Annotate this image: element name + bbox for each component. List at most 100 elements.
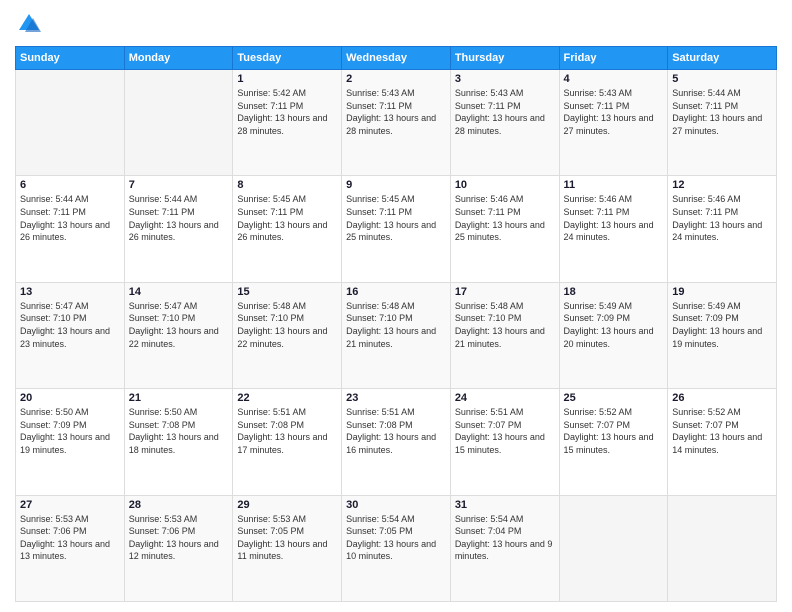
column-header-wednesday: Wednesday [342,47,451,70]
day-cell: 31 Sunrise: 5:54 AMSunset: 7:04 PMDayligh… [450,495,559,601]
day-cell: 5 Sunrise: 5:44 AMSunset: 7:11 PMDaylight… [668,70,777,176]
day-cell: 6Sunrise: 5:44 AMSunset: 7:11 PMDaylight… [16,176,125,282]
day-number: 13 [20,286,120,298]
day-cell: 8 Sunrise: 5:45 AMSunset: 7:11 PMDaylight… [233,176,342,282]
day-number: 30 [346,499,446,511]
day-info: Sunrise: 5:45 AMSunset: 7:11 PMDaylight:… [346,193,446,243]
day-info: Sunrise: 5:51 AMSunset: 7:08 PMDaylight:… [237,406,337,456]
day-cell: 7Sunrise: 5:44 AMSunset: 7:11 PMDaylight… [124,176,233,282]
day-cell: 10 Sunrise: 5:46 AMSunset: 7:11 PMDayligh… [450,176,559,282]
week-row-1: 1 Sunrise: 5:42 AMSunset: 7:11 PMDaylight… [16,70,777,176]
day-number: 31 [455,499,555,511]
day-number: 9 [346,179,446,191]
logo-icon [15,10,43,38]
column-header-thursday: Thursday [450,47,559,70]
day-cell [16,70,125,176]
day-number: 28 [129,499,229,511]
day-number: 11 [564,179,664,191]
day-number: 25 [564,392,664,404]
day-number: 18 [564,286,664,298]
day-number: 22 [237,392,337,404]
day-info: Sunrise: 5:53 AMSunset: 7:06 PMDaylight:… [20,513,120,563]
day-number: 17 [455,286,555,298]
column-header-monday: Monday [124,47,233,70]
day-info: Sunrise: 5:54 AMSunset: 7:05 PMDaylight:… [346,513,446,563]
logo [15,10,47,38]
day-cell: 28 Sunrise: 5:53 AMSunset: 7:06 PMDayligh… [124,495,233,601]
day-cell: 14 Sunrise: 5:47 AMSunset: 7:10 PMDayligh… [124,282,233,388]
day-number: 12 [672,179,772,191]
day-number: 24 [455,392,555,404]
day-cell [559,495,668,601]
day-cell: 22 Sunrise: 5:51 AMSunset: 7:08 PMDayligh… [233,389,342,495]
day-info: Sunrise: 5:52 AMSunset: 7:07 PMDaylight:… [564,406,664,456]
day-info: Sunrise: 5:45 AMSunset: 7:11 PMDaylight:… [237,193,337,243]
day-info: Sunrise: 5:42 AMSunset: 7:11 PMDaylight:… [237,87,337,137]
day-info: Sunrise: 5:51 AMSunset: 7:08 PMDaylight:… [346,406,446,456]
day-cell [124,70,233,176]
day-number: 5 [672,73,772,85]
day-number: 1 [237,73,337,85]
day-info: Sunrise: 5:51 AMSunset: 7:07 PMDaylight:… [455,406,555,456]
day-info: Sunrise: 5:48 AMSunset: 7:10 PMDaylight:… [237,300,337,350]
day-cell: 12 Sunrise: 5:46 AMSunset: 7:11 PMDayligh… [668,176,777,282]
day-number: 15 [237,286,337,298]
day-number: 14 [129,286,229,298]
day-info: Sunrise: 5:43 AMSunset: 7:11 PMDaylight:… [564,87,664,137]
week-row-3: 13 Sunrise: 5:47 AMSunset: 7:10 PMDayligh… [16,282,777,388]
day-cell: 20 Sunrise: 5:50 AMSunset: 7:09 PMDayligh… [16,389,125,495]
day-cell: 16Sunrise: 5:48 AMSunset: 7:10 PMDayligh… [342,282,451,388]
day-number: 20 [20,392,120,404]
day-info: Sunrise: 5:52 AMSunset: 7:07 PMDaylight:… [672,406,772,456]
day-cell: 29Sunrise: 5:53 AMSunset: 7:05 PMDayligh… [233,495,342,601]
day-number: 19 [672,286,772,298]
day-number: 4 [564,73,664,85]
day-info: Sunrise: 5:47 AMSunset: 7:10 PMDaylight:… [129,300,229,350]
day-number: 8 [237,179,337,191]
week-row-2: 6Sunrise: 5:44 AMSunset: 7:11 PMDaylight… [16,176,777,282]
day-number: 10 [455,179,555,191]
day-cell: 21Sunrise: 5:50 AMSunset: 7:08 PMDayligh… [124,389,233,495]
day-info: Sunrise: 5:43 AMSunset: 7:11 PMDaylight:… [346,87,446,137]
day-info: Sunrise: 5:46 AMSunset: 7:11 PMDaylight:… [672,193,772,243]
day-info: Sunrise: 5:44 AMSunset: 7:11 PMDaylight:… [672,87,772,137]
day-cell: 25 Sunrise: 5:52 AMSunset: 7:07 PMDayligh… [559,389,668,495]
day-info: Sunrise: 5:50 AMSunset: 7:09 PMDaylight:… [20,406,120,456]
day-cell: 3 Sunrise: 5:43 AMSunset: 7:11 PMDaylight… [450,70,559,176]
day-info: Sunrise: 5:54 AMSunset: 7:04 PMDaylight:… [455,513,555,563]
day-number: 7 [129,179,229,191]
column-header-tuesday: Tuesday [233,47,342,70]
day-number: 16 [346,286,446,298]
day-info: Sunrise: 5:47 AMSunset: 7:10 PMDaylight:… [20,300,120,350]
column-header-sunday: Sunday [16,47,125,70]
day-cell: 26 Sunrise: 5:52 AMSunset: 7:07 PMDayligh… [668,389,777,495]
column-header-friday: Friday [559,47,668,70]
day-cell: 2 Sunrise: 5:43 AMSunset: 7:11 PMDaylight… [342,70,451,176]
day-number: 3 [455,73,555,85]
day-info: Sunrise: 5:43 AMSunset: 7:11 PMDaylight:… [455,87,555,137]
day-cell: 13 Sunrise: 5:47 AMSunset: 7:10 PMDayligh… [16,282,125,388]
day-info: Sunrise: 5:49 AMSunset: 7:09 PMDaylight:… [564,300,664,350]
week-row-4: 20 Sunrise: 5:50 AMSunset: 7:09 PMDayligh… [16,389,777,495]
day-number: 26 [672,392,772,404]
day-cell: 15 Sunrise: 5:48 AMSunset: 7:10 PMDayligh… [233,282,342,388]
day-info: Sunrise: 5:53 AMSunset: 7:05 PMDaylight:… [237,513,337,563]
header-row: SundayMondayTuesdayWednesdayThursdayFrid… [16,47,777,70]
day-number: 27 [20,499,120,511]
day-cell: 18 Sunrise: 5:49 AMSunset: 7:09 PMDayligh… [559,282,668,388]
day-info: Sunrise: 5:46 AMSunset: 7:11 PMDaylight:… [455,193,555,243]
day-cell: 30 Sunrise: 5:54 AMSunset: 7:05 PMDayligh… [342,495,451,601]
day-cell: 19Sunrise: 5:49 AMSunset: 7:09 PMDayligh… [668,282,777,388]
day-cell [668,495,777,601]
day-cell: 4 Sunrise: 5:43 AMSunset: 7:11 PMDaylight… [559,70,668,176]
day-number: 21 [129,392,229,404]
week-row-5: 27 Sunrise: 5:53 AMSunset: 7:06 PMDayligh… [16,495,777,601]
day-info: Sunrise: 5:44 AMSunset: 7:11 PMDaylight:… [20,193,120,243]
day-cell: 27 Sunrise: 5:53 AMSunset: 7:06 PMDayligh… [16,495,125,601]
day-info: Sunrise: 5:53 AMSunset: 7:06 PMDaylight:… [129,513,229,563]
day-number: 2 [346,73,446,85]
column-header-saturday: Saturday [668,47,777,70]
day-cell: 24 Sunrise: 5:51 AMSunset: 7:07 PMDayligh… [450,389,559,495]
page: SundayMondayTuesdayWednesdayThursdayFrid… [0,0,792,612]
calendar-table: SundayMondayTuesdayWednesdayThursdayFrid… [15,46,777,602]
